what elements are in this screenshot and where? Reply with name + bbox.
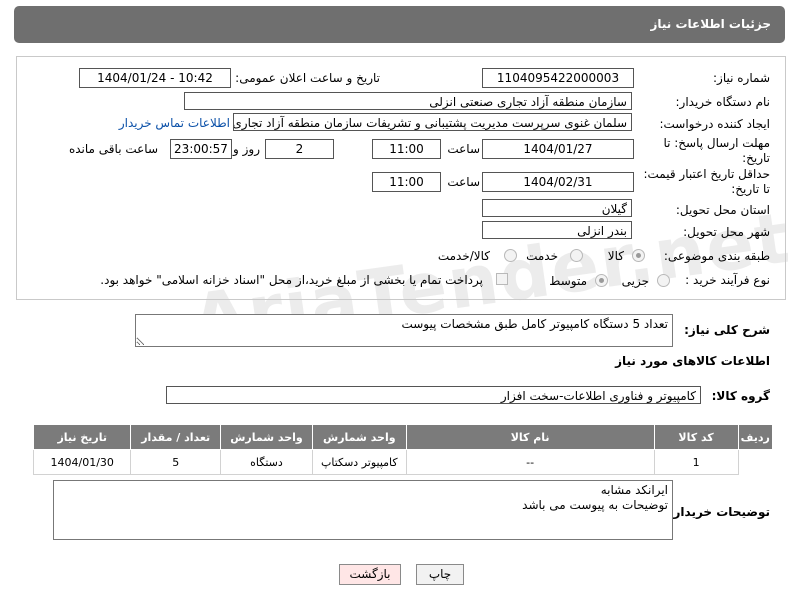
province-field: گیلان — [482, 199, 632, 217]
price-validity-date-field: 1404/02/31 — [482, 172, 634, 192]
table-row: 1404/01/30 5 دستگاه کامپیوتر دسکتاپ -- 1 — [32, 449, 773, 475]
print-button[interactable]: چاپ — [416, 564, 464, 585]
requester-field: سلمان غنوی سرپرست مدیریت پشتیبانی و تشری… — [233, 113, 632, 131]
col-item-code: کد کالا — [653, 424, 739, 450]
remaining-label: ساعت باقی مانده — [68, 142, 158, 156]
back-button[interactable]: بازگشت — [339, 564, 401, 585]
category-radio-service[interactable] — [570, 249, 583, 262]
col-need-date: تاریخ نیاز — [32, 424, 132, 450]
remaining-time-field: 23:00:57 — [170, 139, 232, 159]
page-header: جزئیات اطلاعات نیاز — [14, 6, 785, 43]
city-label: شهر محل تحویل: — [683, 225, 770, 239]
col-quantity: تعداد / مقدار — [130, 424, 221, 450]
col-item-name: نام کالا — [405, 424, 655, 450]
deadline-time-label: ساعت — [447, 142, 480, 156]
days-field: 2 — [265, 139, 334, 159]
category-radio-goods-service[interactable] — [504, 249, 517, 262]
requester-label: ایجاد کننده درخواست: — [659, 117, 770, 131]
city-field: بندر انزلی — [482, 221, 632, 239]
buyer-notes-textarea[interactable]: ایرانکد مشابه توضیحات به پیوست می باشد — [53, 480, 673, 540]
treasury-payment-checkbox[interactable] — [496, 273, 508, 285]
deadline-date-field: 1404/01/27 — [482, 139, 634, 159]
process-option-minor: جزیی — [621, 274, 649, 288]
category-label: طبقه بندی موضوعی: — [663, 249, 770, 263]
price-validity-label: حداقل تاریخ اعتبار قیمت: تا تاریخ: — [643, 167, 770, 196]
description-label: شرح کلی نیاز: — [684, 323, 770, 337]
deadline-time-field: 11:00 — [372, 139, 441, 159]
announce-label: تاریخ و ساعت اعلان عمومی: — [235, 71, 380, 85]
province-label: استان محل تحویل: — [675, 203, 770, 217]
category-radio-goods[interactable] — [632, 249, 645, 262]
days-label: روز و — [233, 142, 260, 156]
buyer-contact-link[interactable]: اطلاعات تماس خریدار — [119, 116, 230, 130]
goods-table: تاریخ نیاز تعداد / مقدار واحد شمارش واحد… — [32, 424, 773, 475]
buyer-org-field: سازمان منطقه آزاد تجاری صنعتی انزلی — [184, 92, 632, 110]
process-option-medium: متوسط — [549, 274, 587, 288]
goods-group-label: گروه کالا: — [711, 389, 770, 403]
cell-item-name: کامپیوتر دسکتاپ — [312, 449, 407, 475]
buyer-notes-line-1: ایرانکد مشابه — [600, 483, 668, 497]
category-option-service: خدمت — [526, 249, 558, 263]
goods-group-field: کامپیوتر و فناوری اطلاعات-سخت افزار — [166, 386, 701, 404]
col-row: ردیف — [737, 424, 773, 450]
cell-unit: دستگاه — [219, 449, 314, 475]
process-radio-medium[interactable] — [595, 274, 608, 287]
category-option-goods: کالا — [607, 249, 624, 263]
buyer-notes-line-2: توضیحات به پیوست می باشد — [522, 498, 668, 512]
cell-quantity: 5 — [130, 449, 221, 475]
deadline-label: مهلت ارسال پاسخ: تا تاریخ: — [663, 136, 770, 165]
price-validity-time-label: ساعت — [447, 175, 480, 189]
cell-item-code: -- — [405, 449, 655, 475]
cell-need-date: 1404/01/30 — [32, 449, 132, 475]
col-unit-type: واحد شمارش — [312, 424, 407, 450]
need-number-field: 1104095422000003 — [482, 68, 634, 88]
cell-row-number: 1 — [653, 449, 739, 475]
col-unit: واحد شمارش — [219, 424, 314, 450]
buyer-org-label: نام دستگاه خریدار: — [675, 95, 771, 109]
need-number-label: شماره نیاز: — [713, 71, 770, 85]
treasury-payment-note: پرداخت تمام یا بخشی از مبلغ خرید،از محل … — [100, 273, 483, 287]
process-radio-minor[interactable] — [657, 274, 670, 287]
buyer-notes-label: توضیحات خریدار: — [668, 505, 770, 519]
goods-section-title: اطلاعات کالاهای مورد نیاز — [615, 354, 770, 368]
category-option-goods-service: کالا/خدمت — [437, 249, 490, 263]
process-label: نوع فرآیند خرید : — [685, 273, 770, 287]
description-textarea[interactable]: تعداد 5 دستگاه کامپیوتر کامل طبق مشخصات … — [135, 314, 673, 347]
announce-datetime-field: 1404/01/24 - 10:42 — [79, 68, 231, 88]
page-title: جزئیات اطلاعات نیاز — [650, 17, 771, 31]
price-validity-time-field: 11:00 — [372, 172, 441, 192]
